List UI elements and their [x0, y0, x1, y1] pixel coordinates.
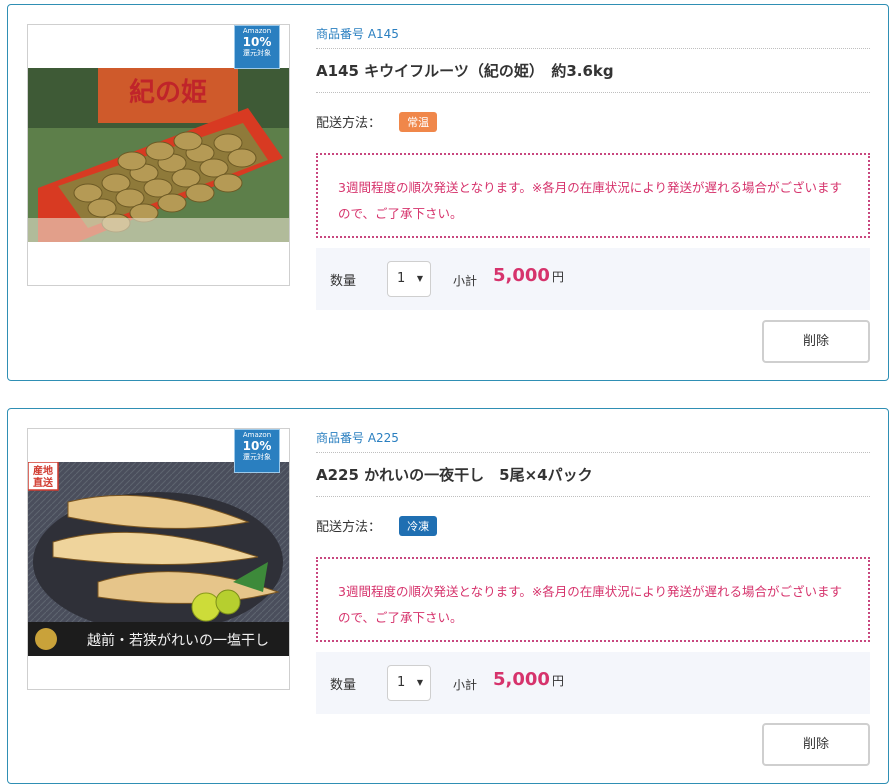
badge-line1: Amazon — [242, 431, 272, 439]
product-name: A145 キウイフルーツ（紀の姫） 約3.6kg — [316, 49, 870, 93]
photo-caption: 越前・若狭がれいの一塩干し — [87, 632, 269, 649]
shipping-label: 配送方法： — [316, 116, 382, 131]
subtotal-value: 5,000 円 — [493, 265, 564, 286]
cart-item-card: Amazon 10% 還元対象 越前・若狭がれいの一塩干し 産地 直送 商品番号… — [7, 408, 889, 784]
product-number: 商品番号 A225 — [316, 429, 870, 453]
subtotal-label: 小計 — [453, 678, 478, 692]
product-photo-flounder: 越前・若狭がれいの一塩干し 産地 直送 — [28, 462, 289, 656]
subtotal-unit: 円 — [551, 674, 564, 688]
amazon-badge: Amazon 10% 還元対象 — [234, 429, 280, 473]
quantity-panel: 数量 1 ▼ 小計 5,000 円 — [316, 652, 870, 714]
svg-text:産地: 産地 — [33, 464, 53, 477]
product-photo-kiwi: 紀の姫 — [28, 68, 289, 242]
caret-down-icon: ▼ — [416, 678, 423, 687]
subtotal-amount: 5,000 — [493, 265, 550, 286]
quantity-label: 数量 — [330, 274, 357, 289]
quantity-value: 1 — [397, 271, 406, 286]
quantity-label: 数量 — [330, 678, 357, 693]
badge-line3: 還元対象 — [243, 453, 271, 461]
svg-text:直送: 直送 — [33, 476, 54, 489]
quantity-value: 1 — [397, 675, 406, 690]
shipping-label: 配送方法： — [316, 520, 382, 535]
product-name: A225 かれいの一夜干し 5尾×4パック — [316, 453, 870, 497]
shipping-tag-ambient: 常温 — [399, 112, 438, 132]
badge-line2: 10% — [242, 439, 272, 453]
subtotal-label: 小計 — [453, 274, 478, 288]
badge-line3: 還元対象 — [243, 49, 271, 57]
badge-line1: Amazon — [242, 27, 272, 35]
badge-line2: 10% — [242, 35, 272, 49]
shipping-method: 配送方法： 冷凍 — [316, 516, 438, 536]
cart-item-card: Amazon 10% 還元対象 紀の姫 商品番号 A145 A145 キウイフル… — [7, 4, 889, 381]
box-label-text: 紀の姫 — [129, 77, 207, 108]
delete-button[interactable]: 削除 — [762, 723, 870, 766]
subtotal-amount: 5,000 — [493, 669, 550, 690]
shipping-method: 配送方法： 常温 — [316, 112, 438, 132]
shipping-note: 3週間程度の順次発送となります。※各月の在庫状況により発送が遅れる場合がございま… — [316, 153, 870, 238]
delete-button[interactable]: 削除 — [762, 320, 870, 363]
subtotal-value: 5,000 円 — [493, 669, 564, 690]
product-number: 商品番号 A145 — [316, 25, 870, 49]
caret-down-icon: ▼ — [416, 274, 423, 283]
quantity-select[interactable]: 1 ▼ — [387, 665, 431, 701]
quantity-panel: 数量 1 ▼ 小計 5,000 円 — [316, 248, 870, 310]
product-image-frame[interactable]: Amazon 10% 還元対象 越前・若狭がれいの一塩干し 産地 直送 — [27, 428, 290, 690]
amazon-badge: Amazon 10% 還元対象 — [234, 25, 280, 69]
shipping-note: 3週間程度の順次発送となります。※各月の在庫状況により発送が遅れる場合がございま… — [316, 557, 870, 642]
quantity-select[interactable]: 1 ▼ — [387, 261, 431, 297]
subtotal-unit: 円 — [551, 270, 564, 284]
product-image-frame[interactable]: Amazon 10% 還元対象 紀の姫 — [27, 24, 290, 286]
shipping-tag-frozen: 冷凍 — [399, 516, 438, 536]
